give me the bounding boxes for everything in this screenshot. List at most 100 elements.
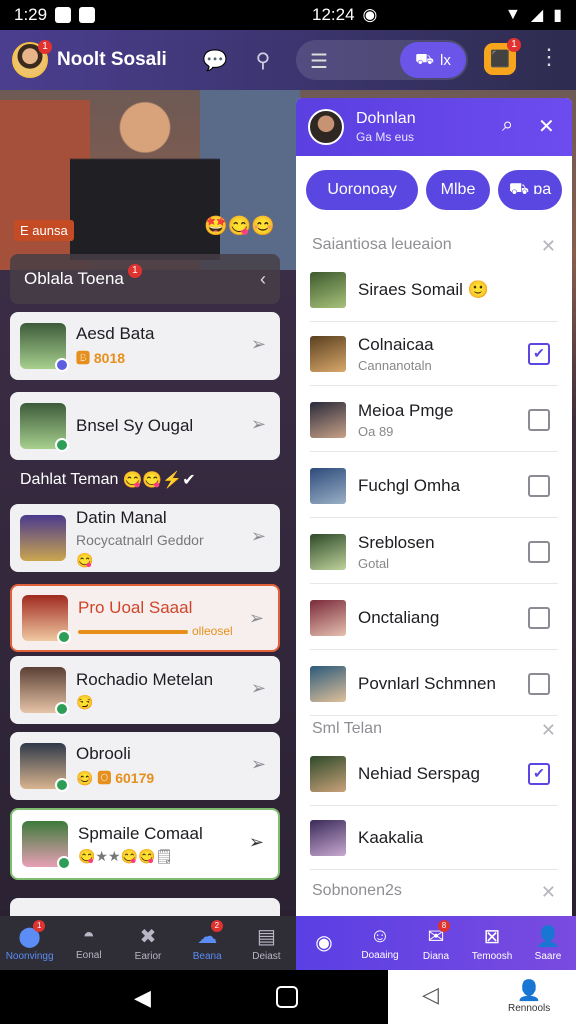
send-icon[interactable]: ➢ <box>249 608 264 629</box>
app-title: Noolt Sosali <box>57 49 167 70</box>
profile-button[interactable]: 👤 Rennools <box>508 978 550 1014</box>
close-icon[interactable]: ✕ <box>541 236 556 257</box>
send-icon[interactable]: ➢ <box>251 678 266 699</box>
nav-item-box[interactable]: ⊠ Temoosh <box>464 916 520 970</box>
more-options-icon[interactable]: ⋮ <box>538 44 560 70</box>
contact-checkbox[interactable] <box>528 672 550 695</box>
contact-name: Meioa Pmge <box>358 400 454 420</box>
contact-row[interactable]: Nehiad Serspag ✔ <box>310 742 558 806</box>
bottom-sheet: ◁ 👤 Rennools <box>388 970 576 1024</box>
contact-row[interactable]: Colnaicaa Cannanotaln ✔ <box>310 322 558 386</box>
status-time: 1:29 <box>14 5 48 24</box>
friend-sub: Rocycatnalrl Geddor <box>76 531 204 548</box>
contact-row[interactable]: Fuchgl Omha <box>310 454 558 518</box>
friend-name: Pro Uoal Saaal <box>78 598 193 617</box>
back-icon[interactable]: ◀ <box>134 985 151 1011</box>
send-icon[interactable]: ➢ <box>251 334 266 355</box>
status-dot <box>55 702 69 716</box>
search-pill[interactable]: ☰ ⛟ lx <box>296 40 468 80</box>
contact-row[interactable]: Siraes Somail 🙂 <box>310 258 558 322</box>
contact-avatar <box>310 755 346 792</box>
contact-name: Nehiad Serspag <box>358 763 480 783</box>
chat-bubble-icon[interactable]: 💬 <box>198 43 232 77</box>
send-icon[interactable]: ➢ <box>251 526 266 547</box>
nav-item-profile[interactable]: ☺ Doaaing <box>352 916 408 970</box>
status-dot <box>57 630 71 644</box>
scene-emojis: 🤩😋😊 <box>204 216 275 237</box>
contact-checkbox[interactable] <box>528 540 550 563</box>
nav-item-game[interactable]: ◓ Eonal <box>59 916 118 970</box>
contact-row[interactable]: Povnlarl Schmnen <box>310 652 558 716</box>
send-icon[interactable]: ➢ <box>249 832 264 853</box>
nav-item-grid[interactable]: ▤ Deiast <box>237 916 296 970</box>
chevron-left-icon[interactable]: ‹ <box>260 269 266 290</box>
contact-checkbox[interactable] <box>528 408 550 431</box>
nav-item-person[interactable]: 👤 Saare <box>520 916 576 970</box>
signal-icon: ◢ <box>530 7 544 24</box>
contact-row[interactable]: Meioa Pmge Oa 89 <box>310 388 558 452</box>
friend-card[interactable]: Bnsel Sy Ougal ➢ <box>10 392 280 460</box>
contact-row[interactable]: Kaakalia <box>310 806 558 870</box>
friend-name: Datin Manal <box>76 507 167 527</box>
contact-name: Sreblosen <box>358 532 435 552</box>
close-icon[interactable]: ✕ <box>538 114 555 139</box>
bottom-nav-main: ⬤ Noonvingg 1 ◓ Eonal ✖ Earior ☁ Beana 2 ▤ Deia… <box>0 916 296 970</box>
friend-sub: 😊 🅾 60179 <box>76 770 155 786</box>
friend-card-selected[interactable]: Spmaile Comaal 😋★★😋😋🗒 ➢ <box>10 808 280 880</box>
gift-icon: ⬛ <box>490 51 510 68</box>
account-switch-button[interactable]: ⛟ lx <box>400 42 466 78</box>
friend-card-partial[interactable] <box>10 898 280 916</box>
tools-icon: ✖ <box>139 926 157 948</box>
person-icon: 👤 <box>535 926 561 948</box>
friend-card[interactable]: Aesd Bata 🅱 8018 ➢ <box>10 312 280 380</box>
nav-item-home[interactable]: ⬤ Noonvingg 1 <box>0 916 59 970</box>
close-icon[interactable]: ✕ <box>541 882 556 903</box>
send-icon[interactable]: ➢ <box>251 414 266 435</box>
contact-checkbox[interactable] <box>528 606 550 629</box>
contact-avatar <box>310 271 346 308</box>
send-icon[interactable]: ➢ <box>251 754 266 775</box>
section-header-friends[interactable]: Oblala Toena 1 ‹ <box>10 254 280 304</box>
menu-icon[interactable]: ☰ <box>310 49 328 74</box>
contact-name: Onctaliang <box>358 607 440 627</box>
home-button[interactable] <box>276 986 298 1008</box>
bottom-nav-panel: ◉ ☺ Doaaing ✉ Diana 8 ⊠ Temoosh 👤 Saare <box>296 916 576 970</box>
contact-row[interactable]: Onctaliang <box>310 586 558 650</box>
contact-checkbox[interactable]: ✔ <box>528 342 550 365</box>
friend-name: Aesd Bata <box>76 324 155 343</box>
friend-sub: 🅱 8018 <box>76 350 126 366</box>
friend-card[interactable]: Rochadio Metelan 😏 ➢ <box>10 656 280 724</box>
friend-card[interactable]: Obrooli 😊 🅾 60179 ➢ <box>10 732 280 800</box>
search-icon[interactable]: ⌕ <box>502 114 513 137</box>
close-icon[interactable]: ✕ <box>541 720 556 741</box>
chip-all[interactable]: Uoronoay <box>306 170 418 210</box>
friend-card-active[interactable]: Pro Uoal Saaal olleosel ➢ <box>10 584 280 652</box>
status-center-time: 12:24 <box>312 5 355 24</box>
contact-avatar <box>310 599 346 636</box>
section-badge: 1 <box>127 264 142 278</box>
filter-chips: Uoronoay Mlbe ⛟ ɒa <box>296 156 572 224</box>
chip-mine[interactable]: Mlbe <box>426 170 490 210</box>
friend-card[interactable]: Datin Manal Rocycatnalrl Geddor 😋 ➢ <box>10 504 280 572</box>
progress-label: olleosel <box>192 624 233 638</box>
chip-vehicle[interactable]: ⛟ ɒa <box>498 170 562 210</box>
car-icon: ⛟ <box>508 181 529 198</box>
box-icon: ⊠ <box>483 926 501 948</box>
profile-icon: ☺ <box>369 925 391 947</box>
contact-checkbox[interactable] <box>528 474 550 497</box>
user-avatar[interactable]: 1 <box>12 40 52 78</box>
contact-checkbox[interactable]: ✔ <box>528 762 550 785</box>
nav-item-mail[interactable]: ✉ Diana 8 <box>408 916 464 970</box>
panel-avatar <box>308 109 344 145</box>
notification-button[interactable]: ⬛ 1 <box>484 38 521 75</box>
back-triangle-icon[interactable]: ◁ <box>422 982 439 1008</box>
contact-avatar <box>310 819 346 856</box>
nav-item-tools[interactable]: ✖ Earior <box>118 916 177 970</box>
contact-row[interactable]: Sreblosen Gotal <box>310 520 558 584</box>
status-dot <box>55 438 69 452</box>
group-header-other: Sobnonen2s ✕ <box>312 882 556 903</box>
contact-sub: Cannanotaln <box>358 357 432 373</box>
nav-item-avatar[interactable]: ◉ <box>296 916 352 970</box>
nav-item-chat[interactable]: ☁ Beana 2 <box>178 916 237 970</box>
pin-icon[interactable]: ⚲ <box>246 43 280 77</box>
